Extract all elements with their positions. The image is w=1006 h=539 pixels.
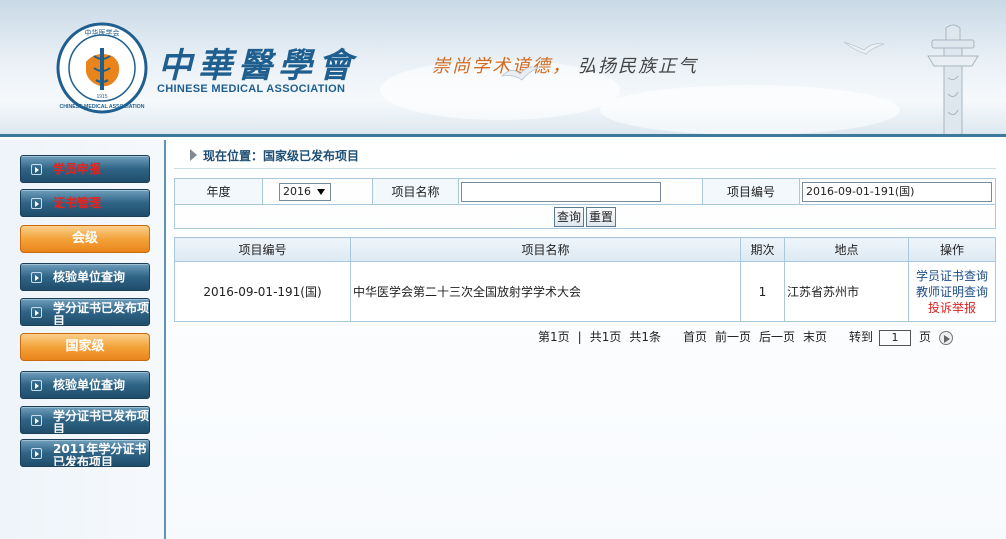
pager-separator: |	[577, 330, 582, 344]
sidebar-item-student-apply[interactable]: 学员申报	[20, 155, 150, 183]
cell-location: 江苏省苏州市	[784, 261, 909, 322]
column-header: 期次	[740, 237, 785, 262]
year-select[interactable]: 2016	[279, 182, 331, 201]
complaint-report-link[interactable]: 投诉举报	[909, 300, 995, 316]
slogan-part-2: 弘扬民族正气	[578, 56, 698, 77]
seal-text-top: 中华医学会	[85, 28, 120, 37]
logo-chinese-name: 中華醫學會	[158, 46, 358, 86]
reset-button[interactable]: 重置	[586, 206, 617, 227]
results-header-row: 项目编号 项目名称 期次 地点 操作	[174, 237, 996, 262]
sidebar-item-label: 学分证书已发布项目	[53, 409, 150, 434]
search-form: 年度 2016 项目名称 项目编号 2016-09-01-191(国) 查询 重置	[174, 178, 996, 229]
breadcrumb-current: 国家级已发布项目	[263, 149, 360, 163]
project-name-input[interactable]	[461, 181, 661, 202]
arrow-right-icon	[31, 164, 42, 175]
project-name-cell	[458, 178, 703, 205]
pager-next-link[interactable]: 后一页	[759, 330, 795, 344]
student-certificate-query-link[interactable]: 学员证书查询	[909, 268, 995, 284]
sidebar-item-certificate-management[interactable]: 证书管理	[20, 189, 150, 217]
cloud-decoration	[600, 85, 900, 134]
teacher-certificate-query-link[interactable]: 教师证明查询	[909, 284, 995, 300]
pager-first-link[interactable]: 首页	[683, 330, 707, 344]
breadcrumb-prefix: 现在位置：	[203, 149, 264, 163]
search-buttons-cell: 查询 重置	[174, 204, 996, 229]
pager-current-page: 第1页	[538, 330, 570, 344]
sidebar-item-label: 学员申报	[53, 162, 102, 176]
arrow-right-icon	[31, 380, 42, 391]
results-table: 项目编号 项目名称 期次 地点 操作 2016-09-01-191(国) 中华医…	[174, 237, 996, 322]
table-row: 2016-09-01-191(国) 中华医学会第二十三次全国放射学学术大会 1 …	[174, 261, 996, 322]
arrow-right-icon	[31, 272, 42, 283]
query-button[interactable]: 查询	[553, 206, 584, 227]
pager-page-suffix: 页	[919, 330, 932, 344]
sidebar-item-verify-unit-query[interactable]: 核验单位查询	[20, 263, 150, 291]
pager-goto-label: 转到	[849, 330, 874, 344]
sidebar-item-verify-unit-query-national[interactable]: 核验单位查询	[20, 371, 150, 399]
cell-issue: 1	[740, 261, 785, 322]
sidebar-item-label: 证书管理	[53, 196, 102, 210]
pager-total-pages: 共1页	[589, 330, 622, 344]
sidebar-item-label: 核验单位查询	[53, 270, 126, 284]
huabiao-pillar-icon	[927, 24, 979, 134]
column-header: 项目名称	[350, 237, 741, 262]
page-number-input[interactable]: 1	[879, 329, 912, 346]
pagination: 第1页 | 共1页 共1条 首页 前一页 后一页 末页 转到 1 页	[538, 328, 961, 346]
caret-down-icon	[317, 188, 325, 195]
project-code-cell: 2016-09-01-191(国)	[799, 178, 996, 205]
go-arrow-icon[interactable]	[939, 330, 954, 345]
sidebar-item-published-projects-national[interactable]: 学分证书已发布项目	[20, 406, 150, 434]
pager-total-items: 共1条	[629, 330, 661, 344]
column-header: 项目编号	[174, 237, 351, 262]
sidebar: 学员申报 证书管理 会级 核验单位查询 学分证书已发布项目 国家级 核验单位查询…	[0, 140, 166, 539]
site-header: 中华医学会 CHINESE MEDICAL ASSOCIATION 1915 中…	[0, 0, 1006, 137]
project-code-label: 项目编号	[702, 178, 800, 205]
column-header: 地点	[784, 237, 909, 262]
cma-seal-logo: 中华医学会 CHINESE MEDICAL ASSOCIATION 1915	[56, 22, 148, 114]
project-name-label: 项目名称	[372, 178, 459, 205]
arrow-right-icon	[31, 448, 42, 459]
cell-project-name: 中华医学会第二十三次全国放射学学术大会	[350, 261, 741, 322]
cell-actions: 学员证书查询 教师证明查询 投诉举报	[908, 261, 996, 322]
year-cell: 2016	[262, 178, 373, 205]
sidebar-category-association-level[interactable]: 会级	[20, 225, 150, 253]
sidebar-category-national-level[interactable]: 国家级	[20, 333, 150, 361]
breadcrumb: 现在位置：国家级已发布项目	[174, 147, 996, 169]
sidebar-item-label: 2011年学分证书已发布项目	[53, 442, 147, 467]
sidebar-item-label: 学分证书已发布项目	[53, 301, 150, 326]
project-code-input[interactable]: 2016-09-01-191(国)	[802, 181, 992, 202]
triangle-right-icon	[190, 149, 197, 161]
logo-english-name: CHINESE MEDICAL ASSOCIATION	[157, 83, 346, 95]
sidebar-item-label: 核验单位查询	[53, 378, 126, 392]
sidebar-item-published-projects[interactable]: 学分证书已发布项目	[20, 298, 150, 326]
year-label: 年度	[174, 178, 263, 205]
main-content: 现在位置：国家级已发布项目 年度 2016 项目名称 项目编号 2016-09-…	[166, 140, 1006, 539]
year-select-value: 2016	[283, 184, 311, 198]
pager-prev-link[interactable]: 前一页	[715, 330, 751, 344]
column-header: 操作	[908, 237, 996, 262]
pager-last-link[interactable]: 末页	[803, 330, 827, 344]
cell-project-code: 2016-09-01-191(国)	[174, 261, 351, 322]
arrow-right-icon	[31, 198, 42, 209]
seal-year: 1915	[96, 94, 107, 100]
arrow-right-icon	[31, 307, 42, 318]
seal-text-bottom: CHINESE MEDICAL ASSOCIATION	[60, 104, 145, 110]
arrow-right-icon	[31, 415, 42, 426]
bird-icon	[843, 41, 885, 55]
sidebar-item-2011-published-projects[interactable]: 2011年学分证书已发布项目	[20, 439, 150, 467]
bird-icon	[500, 66, 540, 81]
